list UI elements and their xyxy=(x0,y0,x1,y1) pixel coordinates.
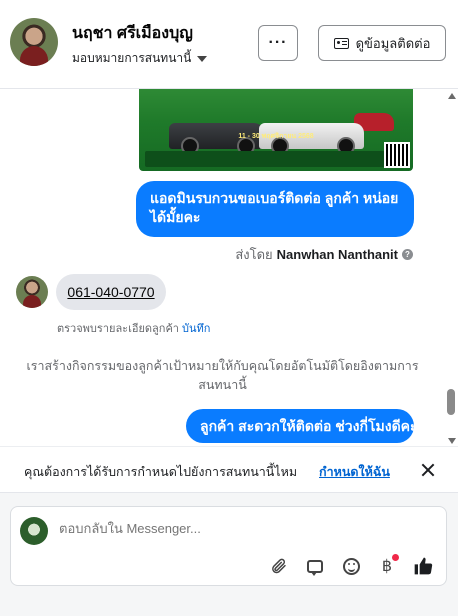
composer-area: ฿ xyxy=(0,492,458,616)
sent-by-name: Nanwhan Nanthanit xyxy=(276,247,398,262)
outgoing-message[interactable]: แอดมินรบกวนขอเบอร์ติดต่อ ลูกค้า หน่อยได้… xyxy=(136,181,414,237)
ad-info-strip xyxy=(145,151,385,167)
assign-label: มอบหมายการสนทนานี้ xyxy=(72,51,192,65)
chat-bubble-icon xyxy=(307,559,323,576)
id-card-icon xyxy=(333,37,349,49)
view-contact-details-button[interactable]: ดูข้อมูลติดต่อ xyxy=(318,25,446,61)
assign-conversation-dropdown[interactable]: มอบหมายการสนทนานี้ xyxy=(72,49,208,68)
contact-avatar-small xyxy=(16,276,48,308)
qr-code xyxy=(384,142,410,168)
message-thread[interactable]: 11 - 30 พฤศจิกายน 2568 แอดมินรบกวนขอเบอร… xyxy=(0,89,446,446)
detail-text: ตรวจพบรายละเอียดลูกค้า xyxy=(57,323,179,335)
thumbs-up-icon xyxy=(414,557,433,575)
scrollbar-thumb[interactable] xyxy=(447,389,455,415)
help-icon[interactable]: ? xyxy=(402,249,413,260)
notification-dot xyxy=(392,554,399,561)
baht-icon: ฿ xyxy=(381,558,393,575)
close-icon[interactable] xyxy=(420,462,436,478)
payment-button[interactable]: ฿ xyxy=(376,554,399,577)
assignment-notice-text: คุณต้องการได้รับการกำหนดไปยังการสนทนานี้… xyxy=(24,465,298,479)
reply-composer[interactable]: ฿ xyxy=(10,506,447,586)
ellipsis-icon: ··· xyxy=(268,34,288,51)
scroll-down-arrow-icon[interactable] xyxy=(448,438,456,444)
paperclip-icon[interactable] xyxy=(268,555,290,577)
ad-date-text: 11 - 30 พฤศจิกายน 2568 xyxy=(238,133,314,140)
like-button[interactable] xyxy=(412,555,434,577)
scroll-up-arrow-icon[interactable] xyxy=(448,93,456,99)
emoji-button[interactable] xyxy=(340,555,362,577)
ad-image-attachment[interactable]: 11 - 30 พฤศจิกายน 2568 xyxy=(139,89,413,171)
customer-detail-detected: ตรวจพบรายละเอียดลูกค้า บันทึก xyxy=(57,319,210,337)
sent-by-prefix: ส่งโดย xyxy=(235,247,273,262)
sent-by-label: ส่งโดย Nanwhan Nanthanit ? xyxy=(235,244,413,265)
smiley-icon xyxy=(342,557,360,575)
save-detail-link[interactable]: บันทึก xyxy=(182,323,210,335)
caret-down-icon xyxy=(197,56,208,62)
assign-to-me-link[interactable]: กำหนดให้ฉัน xyxy=(319,462,390,482)
incoming-message[interactable]: 061-040-0770 xyxy=(56,274,166,310)
system-activity-message: เราสร้างกิจกรรมของลูกค้าเป้าหมายให้กับคุ… xyxy=(26,359,419,392)
contact-avatar[interactable] xyxy=(10,18,58,66)
outgoing-message[interactable]: ลูกค้า สะดวกให้ติดต่อ ช่วงกี่โมงดีคะ xyxy=(186,409,418,443)
composer-toolbar: ฿ xyxy=(268,554,434,577)
saved-replies-button[interactable] xyxy=(304,555,326,577)
more-options-button[interactable]: ··· xyxy=(258,25,298,61)
assignment-notice: คุณต้องการได้รับการกำหนดไปยังการสนทนานี้… xyxy=(0,446,458,493)
phone-number-link[interactable]: 061-040-0770 xyxy=(67,284,154,300)
contact-name[interactable]: นฤชา ศรีเมืองบุญ xyxy=(72,21,193,46)
page-avatar xyxy=(20,517,48,545)
reply-input[interactable] xyxy=(59,521,359,536)
thread-scrollbar[interactable] xyxy=(446,89,458,446)
view-contact-details-label: ดูข้อมูลติดต่อ xyxy=(355,35,431,51)
conversation-header: นฤชา ศรีเมืองบุญ มอบหมายการสนทนานี้ ··· … xyxy=(0,0,458,89)
